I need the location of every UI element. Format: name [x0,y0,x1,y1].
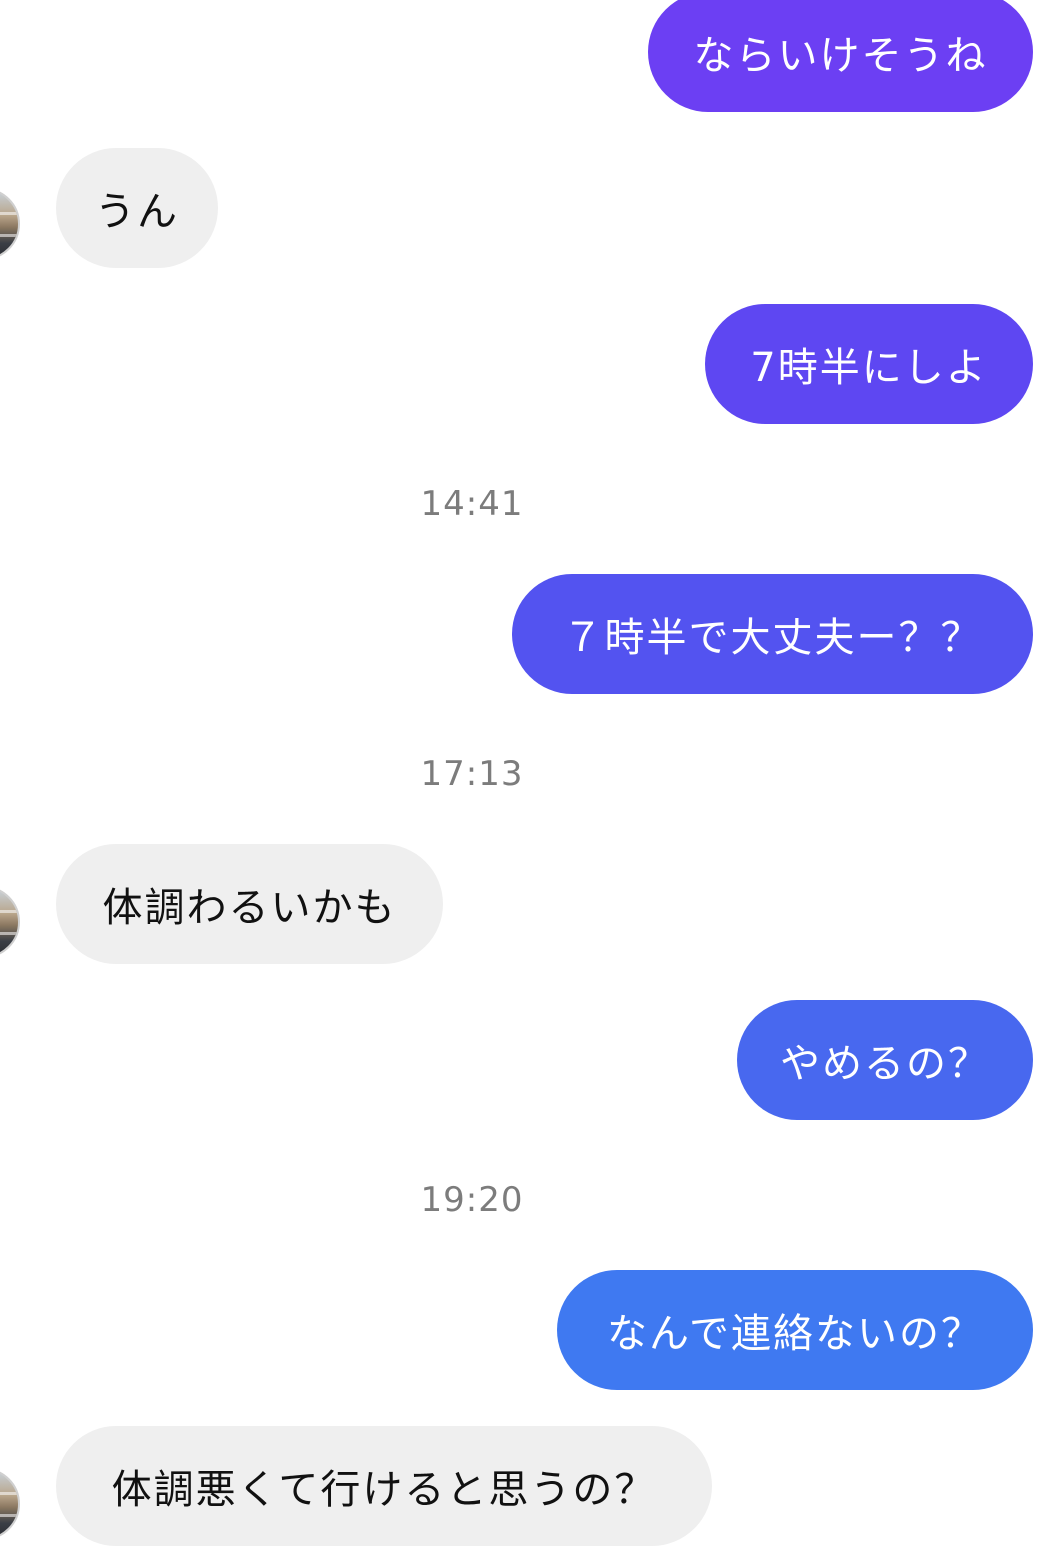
message-bubble-outgoing[interactable]: ７時半で大丈夫ー？？ [512,574,1033,694]
message-text: ７時半で大丈夫ー？？ [562,615,983,661]
message-bubble-incoming[interactable]: 体調わるいかも [56,844,443,964]
timestamp: 17:13 [420,754,524,794]
user-avatar-icon[interactable] [0,1468,20,1540]
message-text: 7時半にしよ [750,345,988,391]
message-bubble-incoming[interactable]: うん [56,148,218,268]
message-text: なんで連絡ないの？ [607,1311,983,1357]
timestamp: 19:20 [420,1180,524,1220]
message-text: 体調悪くて行けると思うの？ [111,1467,657,1513]
message-text: やめるの？ [780,1041,990,1087]
message-text: うん [95,189,179,235]
message-bubble-incoming[interactable]: 体調悪くて行けると思うの？ [56,1426,712,1546]
message-bubble-outgoing[interactable]: ならいけそうね [648,0,1033,112]
user-avatar-icon[interactable] [0,886,20,958]
timestamp: 14:41 [420,484,524,524]
message-bubble-outgoing[interactable]: やめるの？ [737,1000,1033,1120]
user-avatar-icon[interactable] [0,188,20,260]
message-bubble-outgoing[interactable]: 7時半にしよ [705,304,1033,424]
message-text: ならいけそうね [693,33,988,79]
message-bubble-outgoing[interactable]: なんで連絡ないの？ [557,1270,1033,1390]
message-text: 体調わるいかも [102,885,397,931]
chat-thread: ならいけそうね うん 7時半にしよ 14:41 ７時半で大丈夫ー？？ 17:13… [0,0,1058,1565]
